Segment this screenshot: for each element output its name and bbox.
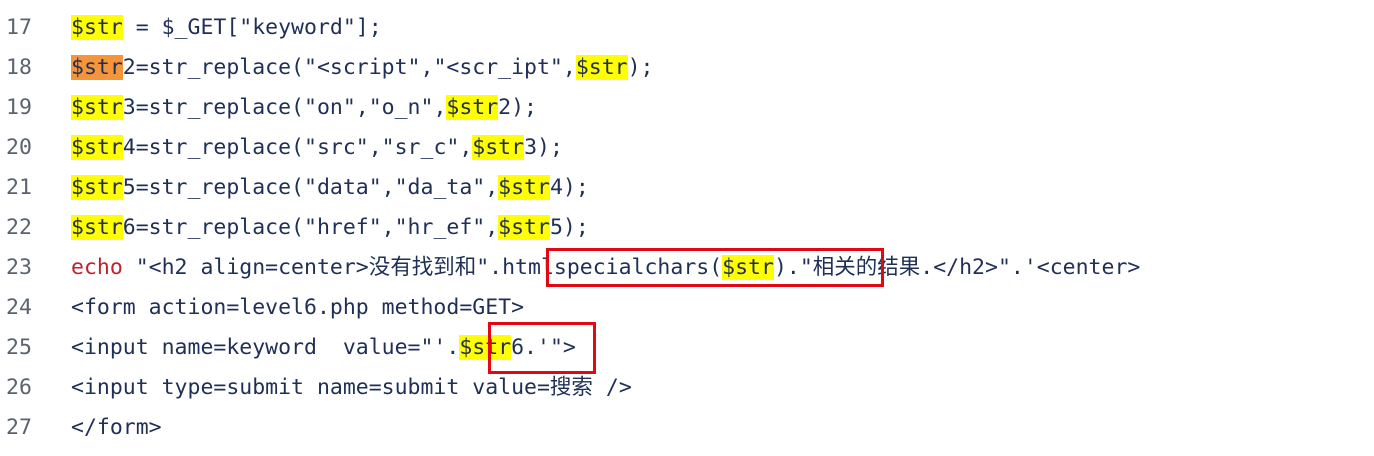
highlighted-variable: $str [71, 135, 123, 160]
highlighted-variable: $str [575, 55, 628, 80]
code-token: 2); [498, 95, 538, 120]
line-number: 24 [6, 295, 32, 320]
code-text: $str = $_GET["keyword"]; [71, 8, 382, 48]
highlighted-variable: $str [71, 175, 123, 200]
code-token: <input name=keyword value="'. [71, 335, 460, 360]
line-number: 26 [6, 375, 32, 400]
code-line: 19 $str3=str_replace("on","o_n",$str2); [0, 88, 1374, 128]
code-token: 3); [524, 135, 563, 160]
code-line: 25 <input name=keyword value="'.$str6.'"> [0, 328, 1374, 368]
htmlspecialchars-callout-box [546, 248, 884, 287]
code-token: 5=str_replace("data","da_ta", [122, 175, 499, 200]
highlighted-variable: $str [498, 215, 550, 240]
code-text: $str5=str_replace("data","da_ta",$str4); [71, 168, 589, 208]
code-text: </form> [71, 408, 162, 448]
code-token: 5); [549, 215, 589, 240]
highlighted-variable: $str [472, 135, 525, 160]
highlighted-variable: $str [446, 95, 499, 120]
code-text: $str2=str_replace("<script","<scr_ipt",$… [71, 48, 654, 88]
current-match-variable: $str [71, 55, 123, 80]
str6-callout-box [488, 322, 596, 374]
code-text: $str6=str_replace("href","hr_ef",$str5); [71, 208, 589, 248]
code-token: 3=str_replace("on","o_n", [122, 95, 447, 120]
line-number: 22 [6, 215, 32, 240]
code-line: 22 $str6=str_replace("href","hr_ef",$str5… [0, 208, 1374, 248]
code-text: <input type=submit name=submit value=搜索 … [71, 368, 632, 408]
code-line: 21 $str5=str_replace("data","da_ta",$str4… [0, 168, 1374, 208]
highlighted-variable: $str [71, 15, 123, 40]
line-number: 17 [6, 15, 32, 40]
line-number: 23 [6, 255, 32, 280]
highlighted-variable: $str [71, 215, 123, 240]
code-token: 4=str_replace("src","sr_c", [122, 135, 473, 160]
code-line: 27 </form> [0, 408, 1374, 448]
line-number: 19 [6, 95, 32, 120]
code-token: 6=str_replace("href","hr_ef", [122, 215, 499, 240]
line-number: 20 [6, 135, 32, 160]
line-number: 18 [6, 55, 32, 80]
line-number: 21 [6, 175, 32, 200]
code-token: <input type=submit name=submit value=搜索 … [71, 375, 632, 400]
code-line: 24 <form action=level6.php method=GET> [0, 288, 1374, 328]
line-number: 25 [6, 335, 32, 360]
code-token: 4); [549, 175, 589, 200]
code-token: = $_GET["keyword"]; [122, 15, 382, 40]
code-line: 26 <input type=submit name=submit value=搜… [0, 368, 1374, 408]
code-token: 2=str_replace("<script","<scr_ipt", [122, 55, 576, 80]
code-text: $str3=str_replace("on","o_n",$str2); [71, 88, 537, 128]
highlighted-variable: $str [71, 95, 123, 120]
code-line: 17 $str = $_GET["keyword"]; [0, 8, 1374, 48]
code-token: </form> [71, 415, 162, 440]
code-token: ); [627, 55, 654, 80]
line-number: 27 [6, 415, 32, 440]
code-text: $str4=str_replace("src","sr_c",$str3); [71, 128, 563, 168]
code-line: 18 $str2=str_replace("<script","<scr_ipt"… [0, 48, 1374, 88]
code-text: <form action=level6.php method=GET> [71, 288, 524, 328]
code-line: 20 $str4=str_replace("src","sr_c",$str3); [0, 128, 1374, 168]
highlighted-variable: $str [498, 175, 550, 200]
code-editor: 17 $str = $_GET["keyword"]; 18 $str2=str_re… [0, 0, 1374, 456]
keyword-token: echo [71, 255, 123, 280]
code-token: <form action=level6.php method=GET> [71, 295, 525, 320]
